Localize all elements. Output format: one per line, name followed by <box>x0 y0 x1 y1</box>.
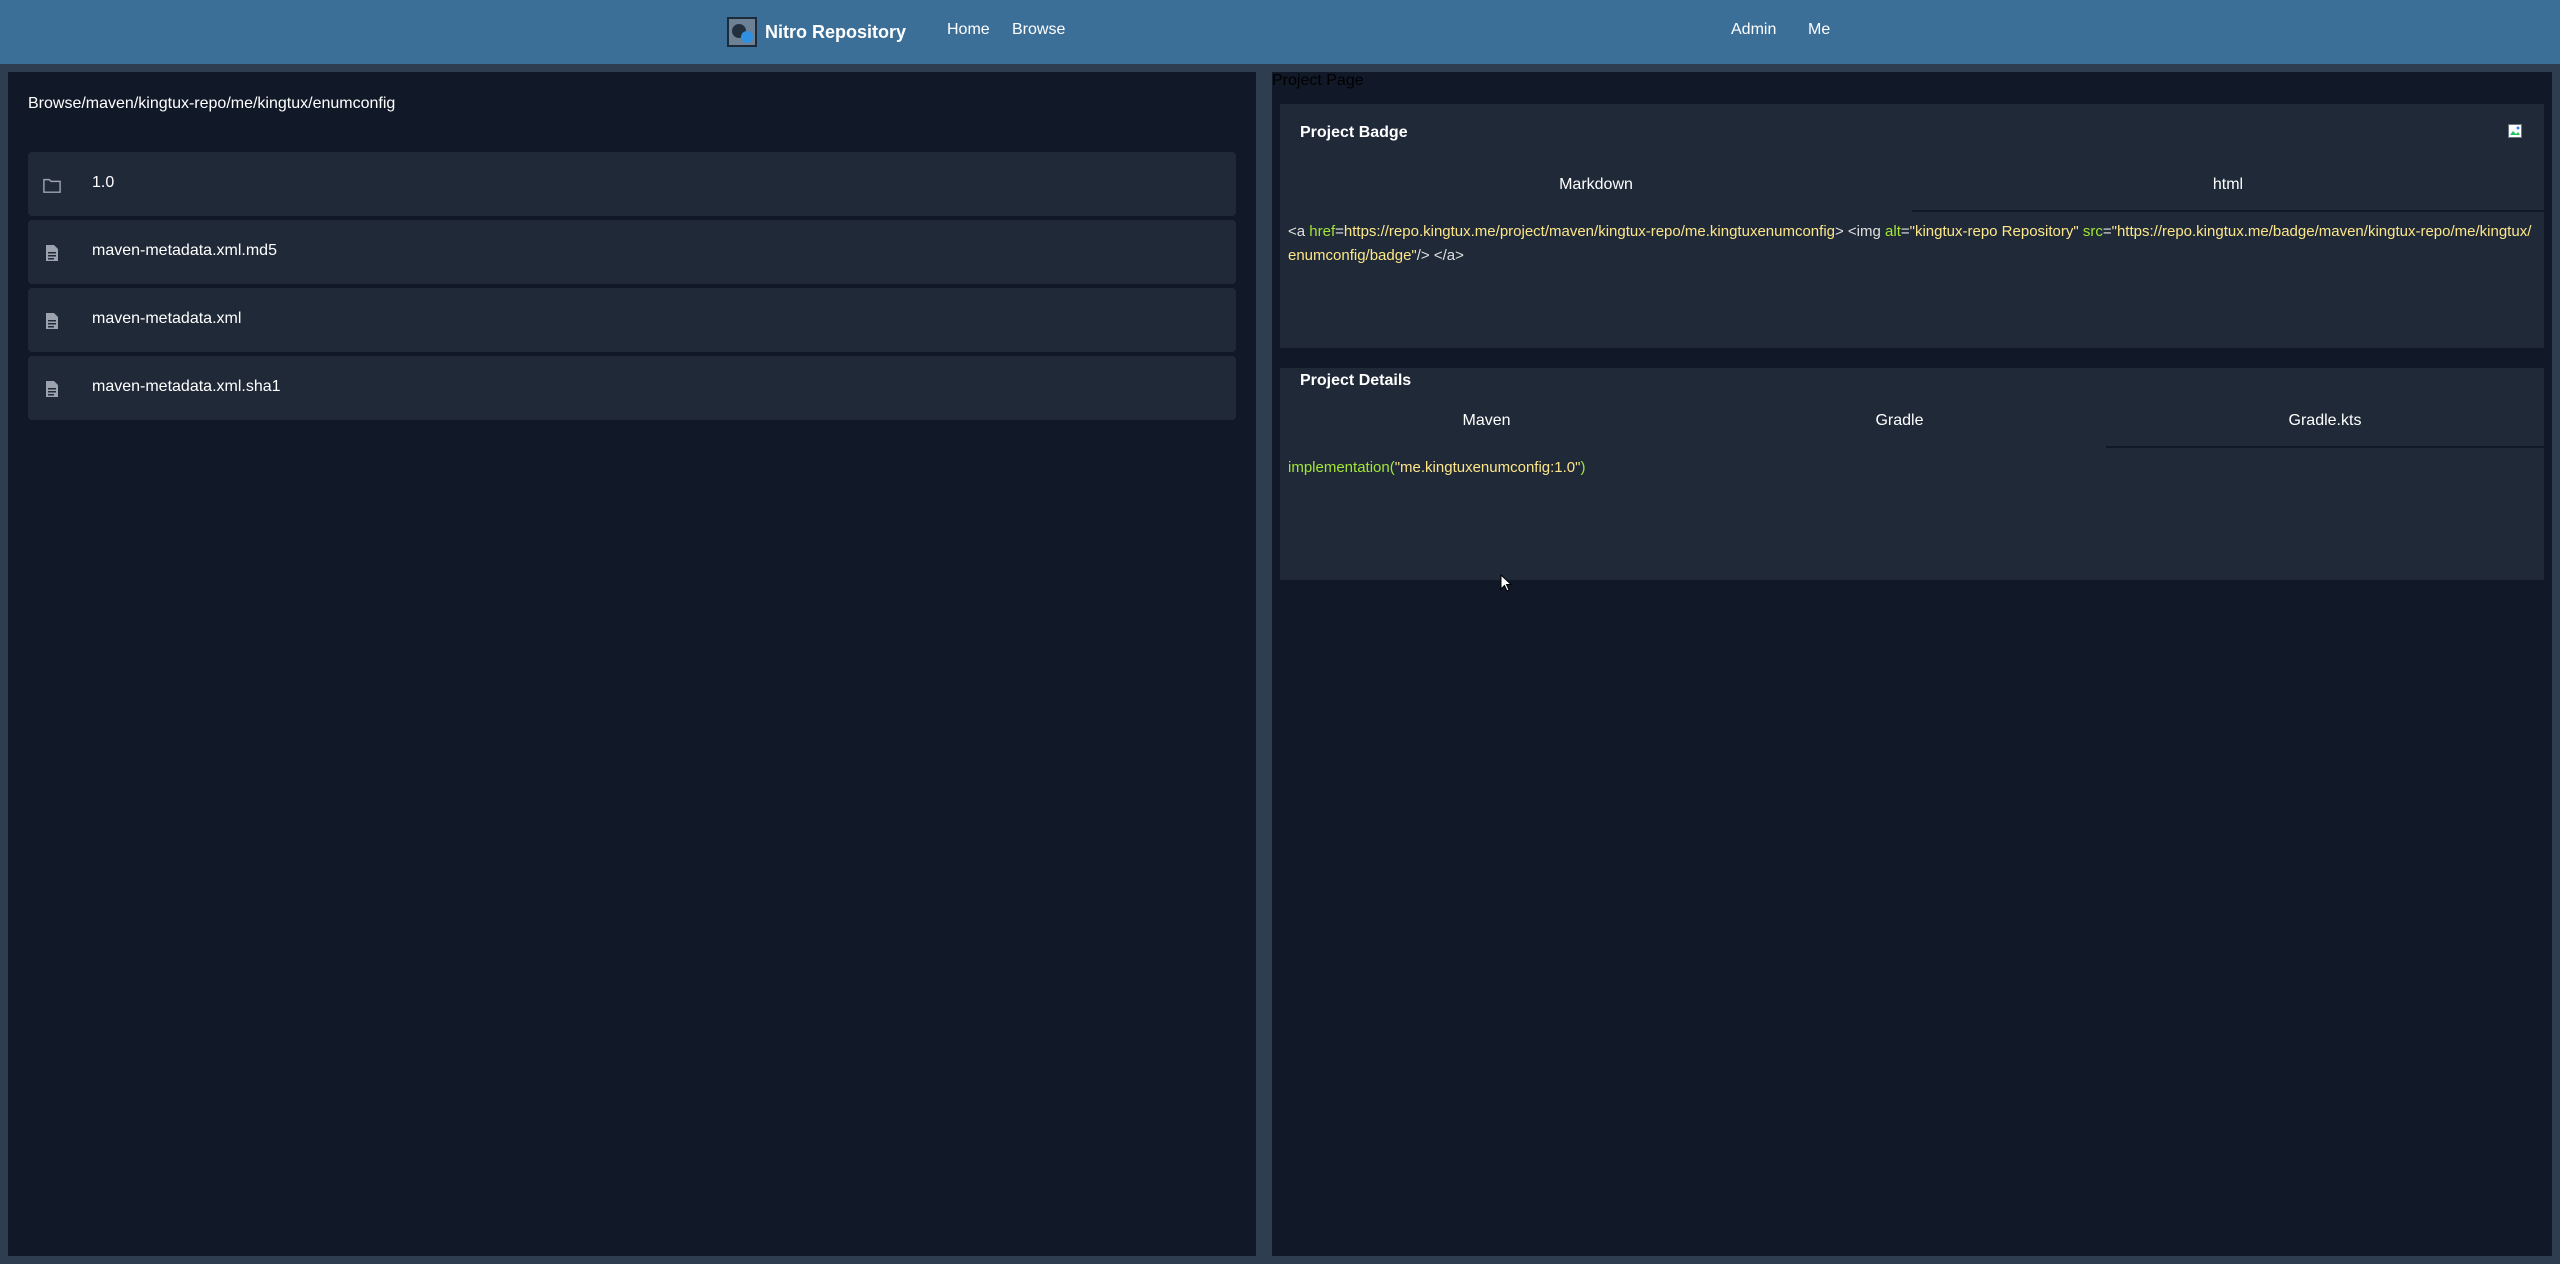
code-alt-value: "kingtux-repo Repository" <box>1909 223 2079 240</box>
nav-browse-link[interactable]: Browse <box>1012 21 1065 39</box>
badge-card-title: Project Badge <box>1300 124 1408 141</box>
nav-me-link[interactable]: Me <box>1808 21 1830 39</box>
code-tag-close: /> </a> <box>1416 247 1464 264</box>
code-attr-alt: alt <box>1885 223 1901 240</box>
file-icon <box>46 381 58 397</box>
top-navbar: Nitro Repository Home Browse Admin Me <box>0 0 2560 64</box>
code-attr-src: src <box>2078 223 2103 240</box>
list-item-label: maven-metadata.xml.md5 <box>92 242 277 259</box>
code-tag-open: <a <box>1288 223 1310 240</box>
list-item-file[interactable]: maven-metadata.xml <box>28 288 1236 352</box>
details-card-title: Project Details <box>1300 372 1412 389</box>
mouse-cursor-icon <box>1500 574 1512 592</box>
tab-maven[interactable]: Maven <box>1280 412 1693 430</box>
brand[interactable]: Nitro Repository <box>727 16 906 48</box>
nav-home-link[interactable]: Home <box>947 21 990 39</box>
list-item-file[interactable]: maven-metadata.xml.sha1 <box>28 356 1236 420</box>
folder-icon <box>43 178 61 193</box>
list-item-folder[interactable]: 1.0 <box>28 152 1236 216</box>
tab-gradle-kts[interactable]: Gradle.kts <box>2106 412 2544 430</box>
code-attr-href: href <box>1309 223 1336 240</box>
project-badge-card: Project Badge Markdown html <a href=http… <box>1280 104 2544 348</box>
code-paren-close: ) <box>1580 459 1586 476</box>
project-details-card: Project Details Maven Gradle Gradle.kts … <box>1280 368 2544 580</box>
code-argument: "me.kingtuxenumconfig:1.0" <box>1394 459 1581 476</box>
code-href-value: https://repo.kingtux.me/project/maven/ki… <box>1343 223 1835 240</box>
file-icon <box>46 313 58 329</box>
file-browser-panel: Browse/maven/kingtux-repo/me/kingtux/enu… <box>8 72 1256 1256</box>
tab-markdown[interactable]: Markdown <box>1280 176 1912 194</box>
list-item-file[interactable]: maven-metadata.xml.md5 <box>28 220 1236 284</box>
nav-admin-link[interactable]: Admin <box>1731 21 1776 39</box>
list-item-label: maven-metadata.xml.sha1 <box>92 378 281 395</box>
file-list: 1.0 maven-metadata.xml.md5 maven-metadat… <box>28 152 1236 424</box>
tab-html-underline <box>1912 210 2544 212</box>
badge-code-snippet[interactable]: <a href=https://repo.kingtux.me/project/… <box>1288 220 2538 268</box>
project-panel: Project Page Project Badge Markdown html… <box>1272 72 2552 1256</box>
tab-html[interactable]: html <box>1912 176 2544 194</box>
file-icon <box>46 245 58 261</box>
breadcrumb: Browse/maven/kingtux-repo/me/kingtux/enu… <box>28 95 396 112</box>
brand-name[interactable]: Nitro Repository <box>765 22 906 43</box>
dependency-code-snippet[interactable]: implementation("me.kingtuxenumconfig:1.0… <box>1288 456 2538 480</box>
code-function: implementation( <box>1288 459 1395 476</box>
list-item-label: maven-metadata.xml <box>92 310 242 327</box>
list-item-label: 1.0 <box>92 174 115 191</box>
page-title: Project Page <box>1272 72 1364 89</box>
tab-gradle-kts-underline <box>2106 446 2544 448</box>
code-img-open: > <img <box>1835 223 1886 240</box>
tab-gradle[interactable]: Gradle <box>1693 412 2106 430</box>
broken-image-icon <box>2508 124 2522 138</box>
nitro-logo-icon <box>727 17 757 47</box>
